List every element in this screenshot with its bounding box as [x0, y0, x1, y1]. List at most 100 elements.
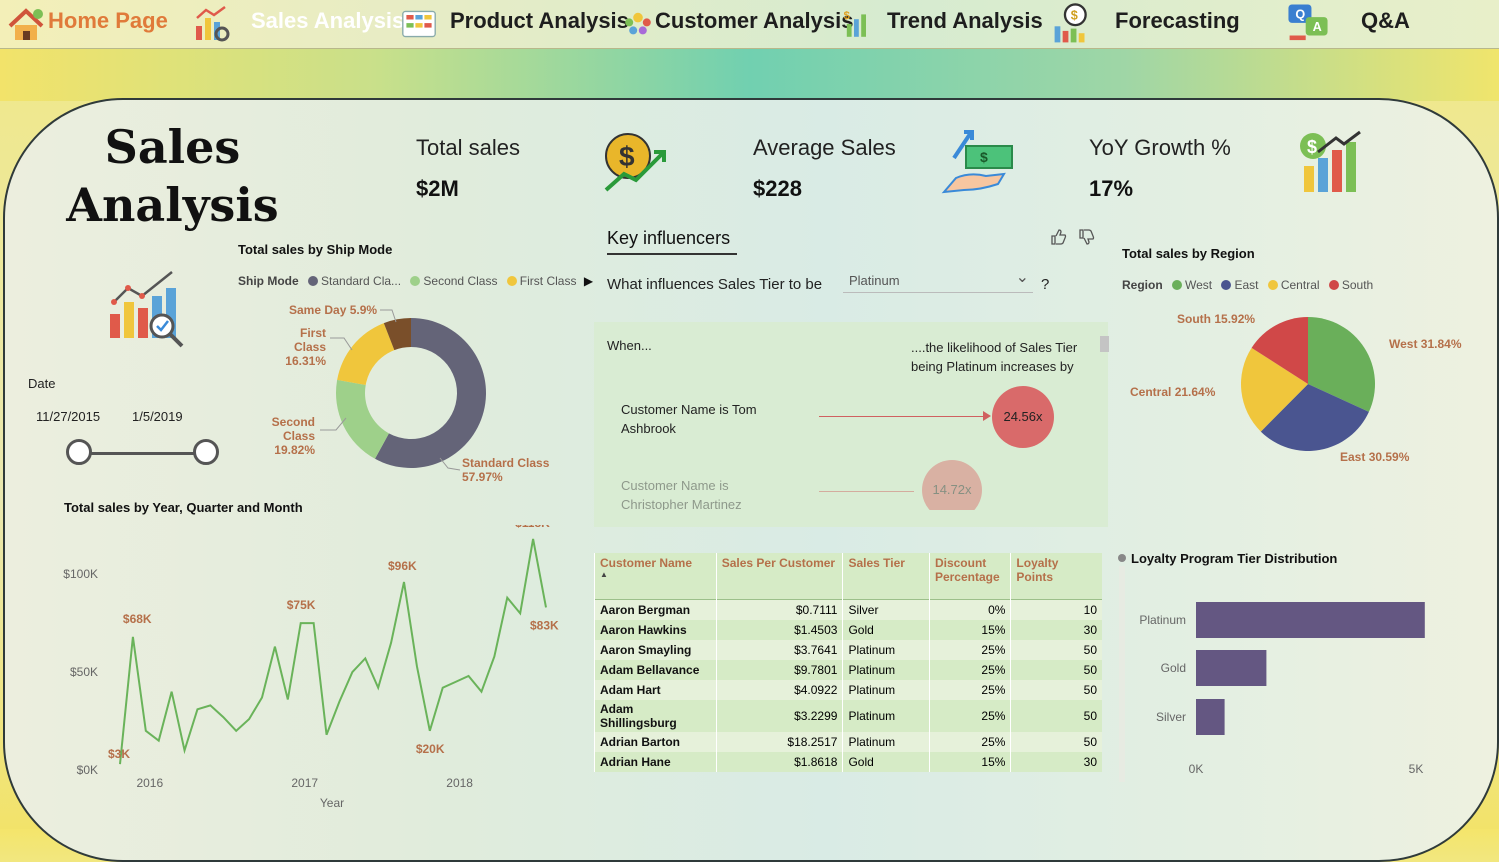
- date-slicer-label: Date: [28, 376, 56, 391]
- forecast-icon: $: [1054, 3, 1087, 43]
- dollar-growth-icon: $: [604, 133, 666, 192]
- region-label-east: East 30.59%: [1340, 450, 1410, 464]
- date-start-value[interactable]: 11/27/2015: [36, 409, 100, 424]
- region-label-west: West 31.84%: [1389, 337, 1462, 351]
- table-row[interactable]: Adam Hart $4.0922 Platinum 25% 50: [594, 679, 1102, 700]
- kpi-total-sales-label: Total sales: [416, 135, 520, 160]
- col-sales-tier[interactable]: Sales Tier: [842, 553, 930, 599]
- nav-forecasting[interactable]: Forecasting: [1115, 8, 1240, 34]
- kpi-total-sales-value: $2M: [416, 176, 459, 201]
- bar-platinum[interactable]: [1196, 602, 1425, 638]
- date-end-value[interactable]: 1/5/2019: [132, 409, 183, 424]
- x-tick-label: 2016: [136, 776, 163, 790]
- svg-text:Q: Q: [1295, 7, 1305, 21]
- legend-next-arrow-icon[interactable]: ▶: [584, 274, 593, 288]
- sales-line-series[interactable]: [119, 538, 547, 765]
- table-cell: $3.2299: [715, 699, 843, 732]
- influencer-row-2-text[interactable]: Customer Name is Christopher Martinez: [621, 476, 791, 510]
- table-row[interactable]: Adrian Barton $18.2517 Platinum 25% 50: [594, 731, 1102, 752]
- date-slider-start-handle[interactable]: [66, 439, 92, 465]
- table-cell: Platinum: [842, 731, 930, 752]
- page-title: Sales Analysis: [60, 118, 285, 234]
- legend-second[interactable]: Second Class: [423, 274, 497, 288]
- sort-asc-icon: ▲: [600, 570, 608, 579]
- bar-gold[interactable]: [1196, 650, 1267, 686]
- legend-east[interactable]: East: [1234, 278, 1258, 292]
- bar-category-label: Gold: [1161, 661, 1186, 675]
- trend-icon: $: [844, 10, 866, 37]
- table-cell: 50: [1010, 659, 1102, 680]
- legend-standard[interactable]: Standard Cla...: [321, 274, 401, 288]
- col-discount-percentage[interactable]: Discount Percentage: [928, 553, 1011, 599]
- top-nav: Home Page Sales Analysis Product Analysi…: [0, 0, 1499, 49]
- nav-trend-analysis[interactable]: Trend Analysis: [887, 8, 1043, 34]
- influencer-row-1-bubble[interactable]: 24.56x: [992, 386, 1054, 448]
- table-row[interactable]: Adam Shillingsburg $3.2299 Platinum 25% 50: [594, 699, 1102, 732]
- region-legend: Region West East Central South: [1122, 278, 1373, 292]
- tab-key-influencers[interactable]: Key influencers: [607, 228, 730, 249]
- growth-bars-icon: $: [1300, 130, 1361, 192]
- influencer-row-2-bubble[interactable]: 14.72x: [922, 460, 982, 510]
- sales-tier-dropdown[interactable]: Platinum ⌄: [843, 265, 1033, 293]
- table-cell: 25%: [928, 731, 1011, 752]
- table-cell: 30: [1010, 619, 1102, 640]
- x-axis-label: Year: [320, 796, 344, 810]
- tab-underline: [607, 253, 737, 255]
- table-row[interactable]: Aaron Bergman $0.7111 Silver 0% 10: [594, 599, 1102, 620]
- col-sales-per-customer[interactable]: Sales Per Customer: [715, 553, 843, 599]
- kpi-yoy-growth-value: 17%: [1089, 176, 1134, 201]
- table-cell: Adrian Barton: [594, 731, 717, 752]
- legend-west[interactable]: West: [1185, 278, 1212, 292]
- line-data-label: $68K: [123, 612, 152, 626]
- influencer-scrollbar[interactable]: [1100, 336, 1109, 352]
- line-data-label: $75K: [287, 598, 316, 612]
- legend-dot-icon: [1221, 280, 1232, 290]
- loyalty-scrollbar[interactable]: [1119, 566, 1125, 782]
- legend-first[interactable]: First Class: [520, 274, 577, 288]
- nav-home[interactable]: Home Page: [48, 8, 168, 34]
- col-customer-name[interactable]: Customer Name ▲: [594, 553, 717, 599]
- col-loyalty-points[interactable]: Loyalty Points: [1010, 553, 1102, 599]
- table-row[interactable]: Aaron Hawkins $1.4503 Gold 15% 30: [594, 619, 1102, 640]
- table-cell: 25%: [928, 639, 1011, 660]
- nav-customer-analysis[interactable]: Customer Analysis: [655, 8, 853, 34]
- influencer-row-2-arrow: [819, 491, 914, 492]
- loyalty-scroll-dot-icon[interactable]: [1118, 554, 1126, 562]
- table-cell: $1.8618: [715, 751, 843, 772]
- influencer-row-1-text[interactable]: Customer Name is Tom Ashbrook: [621, 400, 791, 438]
- bar-silver[interactable]: [1196, 699, 1225, 735]
- x-tick-label: 2017: [291, 776, 318, 790]
- x-tick-label: 0K: [1189, 762, 1204, 776]
- nav-sales-analysis[interactable]: Sales Analysis: [251, 8, 404, 34]
- customers-icon: [625, 12, 651, 35]
- nav-qa[interactable]: Q&A: [1361, 8, 1410, 34]
- table-cell: 10: [1010, 599, 1102, 620]
- x-tick-label: 5K: [1409, 762, 1424, 776]
- header-band: [0, 49, 1499, 101]
- table-cell: Aaron Bergman: [594, 599, 717, 620]
- line-data-label: $83K: [530, 618, 559, 632]
- table-row[interactable]: Aaron Smayling $3.7641 Platinum 25% 50: [594, 639, 1102, 660]
- table-row[interactable]: Adrian Hane $1.8618 Gold 15% 30: [594, 751, 1102, 772]
- influencer-when: When...: [607, 338, 652, 353]
- thumbs-down-icon[interactable]: [1078, 228, 1096, 246]
- table-cell: $0.7111: [715, 599, 843, 620]
- y-tick-label: $0K: [77, 763, 98, 777]
- table-cell: 50: [1010, 679, 1102, 700]
- influencer-question: What influences Sales Tier to be: [607, 276, 823, 293]
- table-cell: 50: [1010, 731, 1102, 752]
- date-slider-end-handle[interactable]: [193, 439, 219, 465]
- thumbs-up-icon[interactable]: [1050, 228, 1068, 246]
- table-cell: 25%: [928, 699, 1011, 732]
- svg-text:A: A: [1313, 20, 1322, 34]
- table-row[interactable]: Adam Bellavance $9.7801 Platinum 25% 50: [594, 659, 1102, 680]
- legend-central[interactable]: Central: [1281, 278, 1320, 292]
- page-title-line2: Analysis: [66, 178, 279, 232]
- table-cell: Platinum: [842, 699, 930, 732]
- nav-product-analysis[interactable]: Product Analysis: [450, 8, 629, 34]
- svg-text:$: $: [619, 141, 635, 172]
- legend-south[interactable]: South: [1342, 278, 1373, 292]
- table-cell: 50: [1010, 639, 1102, 660]
- table-cell: Adam Bellavance: [594, 659, 717, 680]
- region-legend-title: Region: [1122, 278, 1163, 292]
